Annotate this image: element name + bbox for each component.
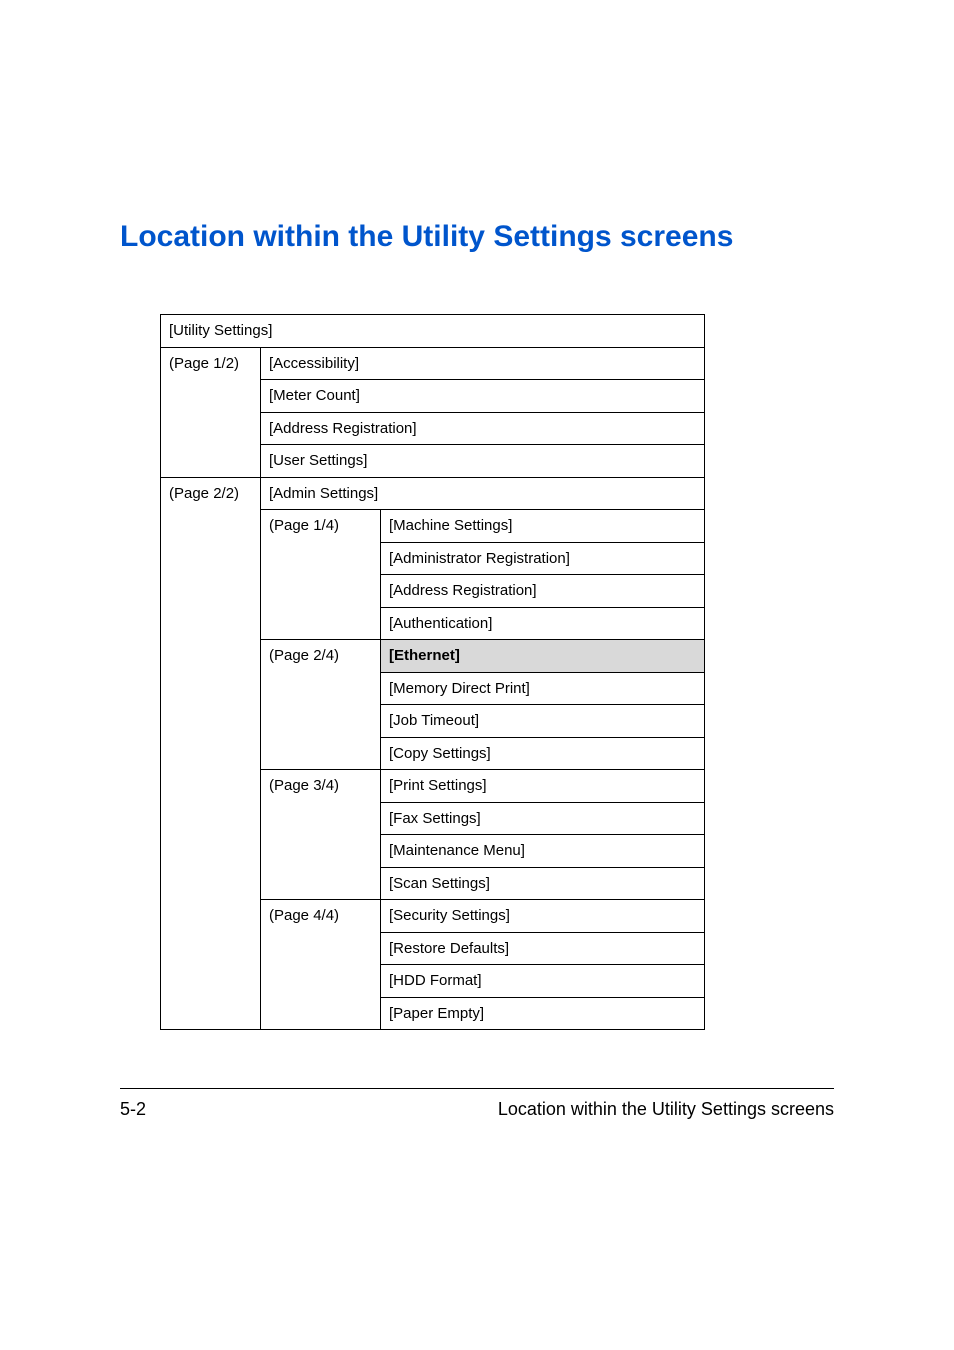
ethernet-cell: [Ethernet] — [381, 640, 705, 673]
security-settings-cell: [Security Settings] — [381, 900, 705, 933]
copy-settings-cell: [Copy Settings] — [381, 737, 705, 770]
page-2-4-cell: (Page 2/4) — [261, 640, 381, 770]
machine-settings-cell: [Machine Settings] — [381, 510, 705, 543]
job-timeout-cell: [Job Timeout] — [381, 705, 705, 738]
footer-page-number: 5-2 — [120, 1099, 146, 1120]
user-settings-cell: [User Settings] — [261, 445, 705, 478]
page-3-4-cell: (Page 3/4) — [261, 770, 381, 900]
maintenance-cell: [Maintenance Menu] — [381, 835, 705, 868]
paper-empty-cell: [Paper Empty] — [381, 997, 705, 1030]
accessibility-cell: [Accessibility] — [261, 347, 705, 380]
memory-direct-cell: [Memory Direct Print] — [381, 672, 705, 705]
hdd-format-cell: [HDD Format] — [381, 965, 705, 998]
print-settings-cell: [Print Settings] — [381, 770, 705, 803]
settings-table: [Utility Settings] (Page 1/2) [Accessibi… — [160, 314, 705, 1030]
address-reg-1-cell: [Address Registration] — [261, 412, 705, 445]
scan-settings-cell: [Scan Settings] — [381, 867, 705, 900]
page-1-4-cell: (Page 1/4) — [261, 510, 381, 640]
address-reg-2-cell: [Address Registration] — [381, 575, 705, 608]
footer-title: Location within the Utility Settings scr… — [498, 1099, 834, 1120]
fax-settings-cell: [Fax Settings] — [381, 802, 705, 835]
meter-cell: [Meter Count] — [261, 380, 705, 413]
root-row: [Utility Settings] — [161, 315, 705, 348]
admin-settings-cell: [Admin Settings] — [261, 477, 705, 510]
page-1-2-cell: (Page 1/2) — [161, 347, 261, 477]
page-4-4-cell: (Page 4/4) — [261, 900, 381, 1030]
page-2-2-cell: (Page 2/2) — [161, 477, 261, 1030]
authentication-cell: [Authentication] — [381, 607, 705, 640]
restore-defaults-cell: [Restore Defaults] — [381, 932, 705, 965]
page-heading: Location within the Utility Settings scr… — [120, 220, 834, 254]
page-footer: 5-2 Location within the Utility Settings… — [120, 1088, 834, 1120]
admin-reg-cell: [Administrator Registration] — [381, 542, 705, 575]
